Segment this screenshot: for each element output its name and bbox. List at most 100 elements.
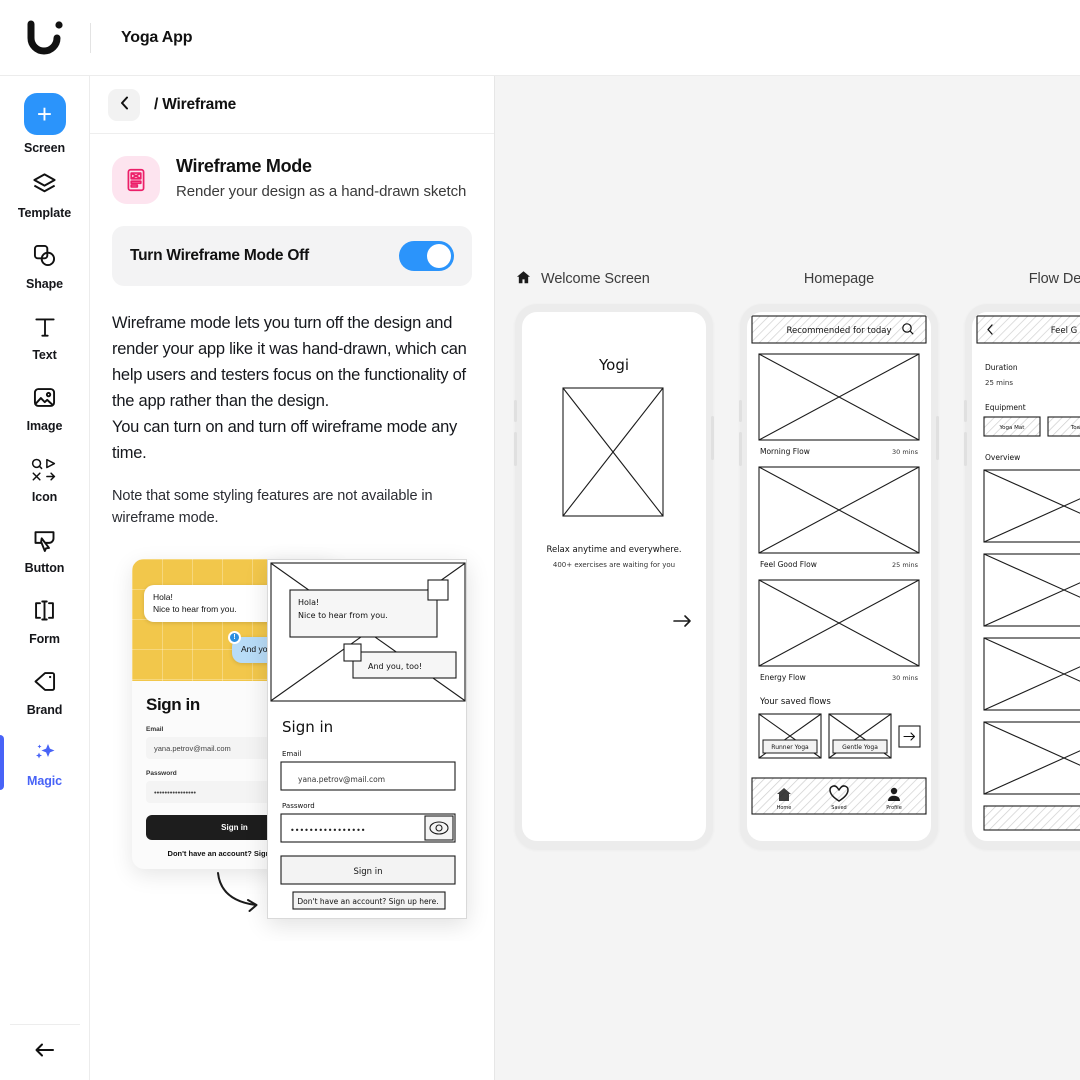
wireframe-illustration: Hola! Nice to hear from you. ! And you, … — [112, 551, 472, 941]
mode-header: Wireframe Mode Render your design as a h… — [112, 156, 472, 204]
curved-arrow-icon — [212, 869, 267, 919]
ui-logo-icon — [23, 18, 67, 58]
frame-name: Homepage — [803, 271, 875, 287]
collapse-sidebar-button[interactable] — [9, 1024, 80, 1080]
tab-label: Home — [777, 805, 792, 811]
sidebar-item-icon[interactable]: Icon — [0, 443, 90, 514]
tagline: Relax anytime and everywhere. — [546, 545, 681, 555]
design-canvas[interactable]: Welcome Screen Yogi Relax anytime and ev… — [495, 76, 1080, 1080]
chat-bubble-text: Hola! Nice to hear from you. — [153, 592, 237, 614]
equipment-chip: Tow — [1070, 425, 1080, 431]
frame-homepage[interactable]: Homepage Recommended for today Morning F… — [739, 266, 939, 849]
toggle-knob — [427, 244, 451, 268]
sidebar-item-label: Brand — [26, 702, 63, 717]
sidebar-item-label: Image — [26, 418, 63, 433]
wire-bubble-line1: Hola! — [298, 598, 319, 607]
wireframe-toggle-switch[interactable] — [399, 241, 454, 271]
cursor-icon — [31, 525, 58, 555]
arrow-right-icon — [673, 615, 691, 627]
wire-signup-link: Don't have an account? Sign up here. — [297, 897, 438, 906]
chevron-left-icon — [120, 96, 129, 113]
text-icon — [32, 312, 58, 342]
sidebar-item-image[interactable]: Image — [0, 372, 90, 443]
frame-welcome-screen[interactable]: Welcome Screen Yogi Relax anytime and ev… — [514, 266, 714, 849]
frame-label[interactable]: Welcome Screen — [515, 266, 713, 292]
panel-body: Wireframe Mode Render your design as a h… — [90, 134, 494, 941]
sidebar-item-form[interactable]: Form — [0, 585, 90, 656]
phone-screen: Yogi Relax anytime and everywhere. 400+ … — [522, 312, 706, 841]
app-logo-text: Yogi — [598, 356, 629, 374]
sidebar-item-label: Icon — [31, 489, 58, 504]
wire-email-label: Email — [282, 750, 301, 758]
sidebar-item-template[interactable]: Template — [0, 159, 90, 230]
body-row: + Screen Template Shape Text Image Icon … — [0, 76, 1080, 1080]
wireframe-panel: / Wireframe Wireframe Mode Render your d… — [90, 76, 495, 1080]
wire-password-label: Password — [282, 802, 315, 810]
wire-signin-heading: Sign in — [282, 718, 333, 736]
wireframe-toggle-row[interactable]: Turn Wireframe Mode Off — [112, 226, 472, 286]
mode-text-block: Wireframe Mode Render your design as a h… — [176, 156, 466, 203]
phone-mockup[interactable]: Yogi Relax anytime and everywhere. 400+ … — [514, 304, 714, 849]
subtagline: 400+ exercises are waiting for you — [553, 561, 675, 569]
wireframe-description: Wireframe mode lets you turn off the des… — [112, 314, 467, 463]
app-root: Yoga App + Screen Template Shape Text Im… — [0, 0, 1080, 1080]
sidebar-item-label: Button — [24, 560, 65, 575]
welcome-wireframe: Yogi Relax anytime and everywhere. 400+ … — [546, 356, 691, 627]
plus-icon: + — [23, 92, 66, 135]
wireframe-toggle-label: Turn Wireframe Mode Off — [130, 247, 309, 264]
overview-label: Overview — [985, 453, 1020, 462]
frame-name: Welcome Screen — [541, 271, 650, 287]
sidebar-item-text[interactable]: Text — [0, 301, 90, 372]
sidebar-item-magic[interactable]: Magic — [0, 727, 90, 798]
duration-label: Duration — [985, 363, 1018, 372]
eye-icon — [424, 815, 454, 841]
phone-mockup[interactable]: Feel G Duration 25 mins Equipment Yoga M… — [964, 304, 1080, 849]
brand-tag-icon — [31, 667, 58, 697]
chat-bubble: Hola! Nice to hear from you. — [144, 585, 284, 623]
frame-name: Flow Detail — [1028, 271, 1080, 287]
wireframe-note: Note that some styling features are not … — [112, 488, 433, 526]
header-title: Feel G — [1051, 326, 1078, 336]
sidebar-item-shape[interactable]: Shape — [0, 230, 90, 301]
frame-flow-detail[interactable]: Flow Detail — [964, 266, 1080, 849]
frame-label[interactable]: Homepage — [740, 266, 938, 292]
form-icon — [31, 596, 58, 626]
arrow-left-icon — [32, 1040, 58, 1065]
wire-signin-button: Sign in — [354, 867, 383, 877]
icons-icon — [30, 454, 60, 484]
phone-mockup[interactable]: Recommended for today Morning Flow 30 mi… — [739, 304, 939, 849]
tool-sidebar: + Screen Template Shape Text Image Icon … — [0, 76, 90, 1080]
arrow-right-icon — [898, 725, 921, 748]
equipment-label: Equipment — [985, 403, 1026, 412]
card-duration: 30 mins — [892, 674, 919, 682]
frame-label[interactable]: Flow Detail — [965, 266, 1080, 292]
topbar-divider — [90, 22, 91, 53]
flowdetail-wireframe: Feel G Duration 25 mins Equipment Yoga M… — [976, 315, 1080, 831]
panel-header: / Wireframe — [90, 76, 494, 134]
card-duration: 30 mins — [892, 448, 919, 456]
tab-label: Saved — [831, 805, 846, 811]
panel-back-button[interactable] — [108, 88, 140, 121]
sidebar-item-screen[interactable]: + Screen — [0, 88, 90, 159]
sidebar-item-brand[interactable]: Brand — [0, 656, 90, 727]
phone-screen: Feel G Duration 25 mins Equipment Yoga M… — [972, 312, 1080, 841]
sidebar-item-button[interactable]: Button — [0, 514, 90, 585]
phone-screen: Recommended for today Morning Flow 30 mi… — [747, 312, 931, 841]
card-duration: 25 mins — [892, 561, 919, 569]
saved-item-label: Runner Yoga — [771, 744, 809, 751]
sidebar-item-label: Shape — [25, 276, 63, 291]
svg-text:Nice to hear from you.: Nice to hear from you. — [298, 611, 388, 620]
homepage-wireframe: Recommended for today Morning Flow 30 mi… — [751, 315, 927, 815]
sparkles-icon — [31, 738, 59, 768]
sidebar-item-label: Template — [17, 205, 72, 220]
logo-cell[interactable] — [0, 0, 90, 76]
breadcrumb[interactable]: / Wireframe — [154, 96, 236, 114]
wireframe-sketch: Hola! Nice to hear from you. And you, to… — [270, 562, 466, 910]
mode-title: Wireframe Mode — [176, 156, 312, 176]
layers-icon — [31, 170, 58, 200]
wire-email-value: yana.petrov@mail.com — [298, 775, 385, 784]
card-title: Morning Flow — [760, 447, 810, 456]
shapes-icon — [31, 241, 58, 271]
saved-section-title: Your saved flows — [759, 697, 831, 707]
app-title: Yoga App — [121, 28, 193, 46]
